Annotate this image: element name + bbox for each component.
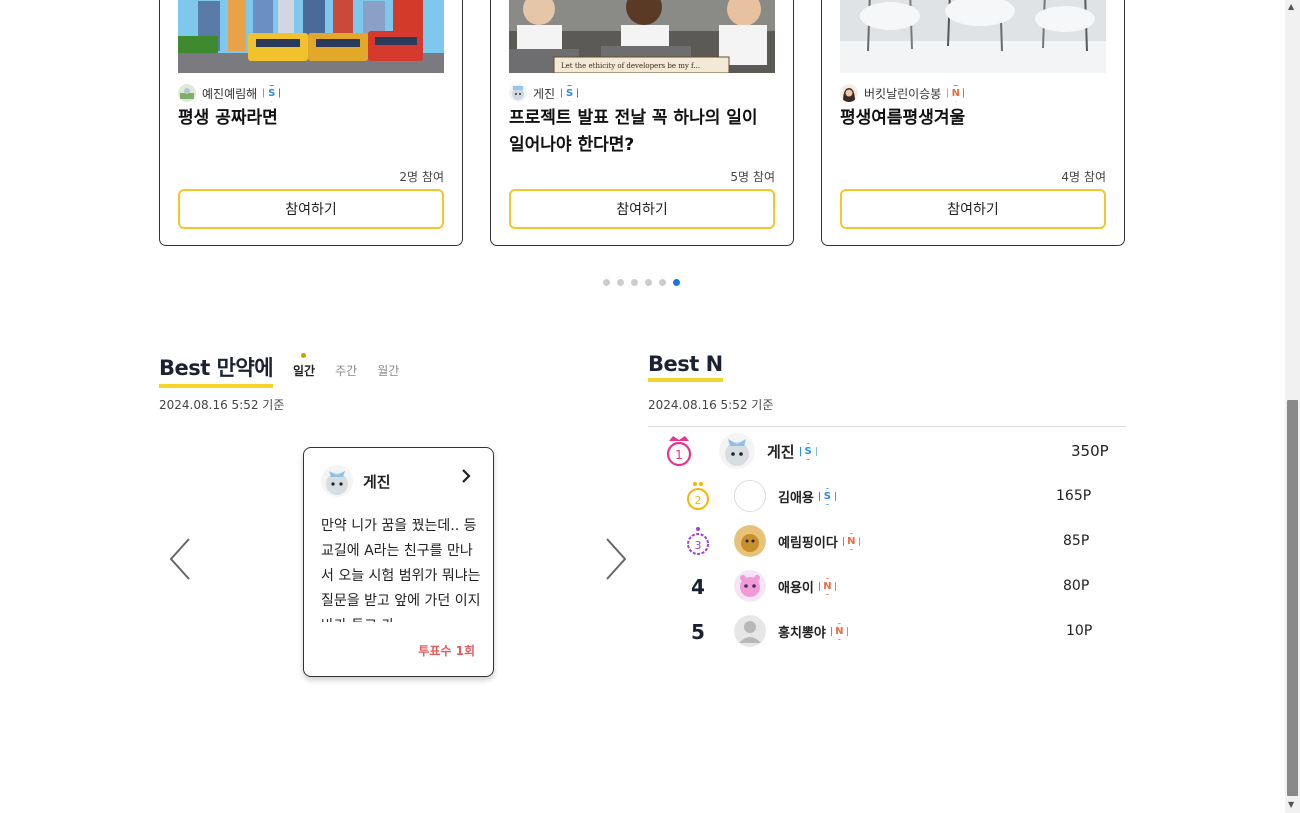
pagination-dot[interactable] — [617, 279, 624, 286]
rank-5-number: 5 — [691, 620, 705, 644]
author-avatar — [840, 84, 858, 102]
card-title: 프로젝트 발표 전날 꼭 하나의 일이 일어나야 한다면? — [509, 108, 758, 155]
rank-user-name[interactable]: 김애용 S — [778, 487, 836, 506]
rank-points: 10P — [1066, 623, 1093, 639]
svg-text:Let the ethicity of developers: Let the ethicity of developers be my f..… — [561, 62, 700, 70]
card-title: 평생 공짜라면 — [178, 108, 278, 128]
best-n-title: Best N — [648, 352, 723, 382]
pagination-dot[interactable] — [645, 279, 652, 286]
svg-text:3: 3 — [695, 539, 702, 552]
discussion-card: 버킷날린이승봉 N 평생여름평생겨울 4명 참여 참여하기 — [821, 0, 1125, 246]
rank-points: 350P — [1071, 442, 1109, 460]
card-title: 평생여름평생겨울 — [840, 108, 966, 128]
best-post-author-name: 게진 — [363, 472, 391, 491]
participant-count: 2명 참여 — [399, 170, 444, 184]
author-avatar — [178, 84, 196, 102]
rank-user-name[interactable]: 게진 S — [767, 441, 817, 462]
user-avatar[interactable] — [734, 480, 766, 512]
user-avatar[interactable] — [734, 525, 766, 557]
pagination-dot[interactable] — [659, 279, 666, 286]
card-thumbnail[interactable] — [840, 0, 1106, 73]
tab-daily[interactable]: 일간 — [293, 353, 315, 379]
chevron-right-icon[interactable] — [461, 468, 471, 489]
rank-user-name[interactable]: 애용이 N — [778, 577, 836, 596]
best-manyak-title: Best 만약에 — [159, 352, 274, 388]
rank-2-medal-icon: 2 — [683, 480, 713, 514]
rank-4-number: 4 — [691, 575, 705, 599]
s-badge-icon: S — [263, 84, 281, 102]
rank-1-crown-icon: 1 — [664, 433, 694, 467]
card-author-meta: 게진 S — [509, 84, 579, 102]
user-avatar[interactable] — [719, 433, 755, 469]
join-button[interactable]: 참여하기 — [509, 189, 775, 229]
period-tabs: 일간 주간 월간 — [293, 353, 399, 379]
tab-monthly[interactable]: 월간 — [377, 362, 399, 379]
pagination-dot[interactable] — [631, 279, 638, 286]
best-post-card[interactable]: 게진 만약 니가 꿈을 꿨는데.. 등교길에 A라는 친구를 만나서 오늘 시험… — [303, 447, 494, 677]
scrollbar-thumb[interactable] — [1287, 400, 1298, 796]
n-badge-icon: N — [842, 533, 860, 550]
rank-user-name[interactable]: 홍치뽕야 N — [778, 622, 848, 641]
card-thumbnail[interactable]: Let the ethicity of developers be my f..… — [509, 0, 775, 73]
scroll-down-icon[interactable]: ▼ — [1288, 800, 1294, 809]
author-name: 예진예림해 — [202, 86, 258, 101]
rank-points: 85P — [1063, 533, 1090, 549]
best-post-author: 게진 — [321, 465, 391, 497]
page-scrollbar[interactable]: ▲ ▼ — [1285, 0, 1300, 813]
card-thumbnail[interactable] — [178, 0, 444, 73]
join-button[interactable]: 참여하기 — [178, 189, 444, 229]
user-avatar[interactable] — [734, 615, 766, 647]
author-name: 버킷날린이승봉 — [864, 86, 942, 101]
rank-points: 80P — [1063, 578, 1090, 594]
discussion-card: 예진예림해 S 평생 공짜라면 2명 참여 참여하기 — [159, 0, 463, 246]
participant-count: 5명 참여 — [730, 170, 775, 184]
prev-arrow-icon[interactable] — [168, 537, 192, 591]
vote-count: 투표수 1회 — [418, 644, 475, 658]
svg-text:1: 1 — [675, 448, 683, 462]
rank-user-name[interactable]: 예림핑이다 N — [778, 532, 860, 551]
best-post-text: 만약 니가 꿈을 꿨는데.. 등교길에 A라는 친구를 만나서 오늘 시험 범위… — [321, 518, 481, 622]
best-manyak-date: 2024.08.16 5:52 기준 — [159, 398, 285, 412]
svg-text:2: 2 — [695, 494, 702, 507]
n-badge-icon: N — [947, 84, 965, 102]
join-button[interactable]: 참여하기 — [840, 189, 1106, 229]
card-author-meta: 예진예림해 S — [178, 84, 281, 102]
scroll-up-icon[interactable]: ▲ — [1288, 2, 1294, 11]
pagination-dot-active[interactable] — [673, 279, 680, 286]
s-badge-icon: S — [818, 488, 836, 505]
pagination-dot[interactable] — [603, 279, 610, 286]
user-avatar[interactable] — [734, 570, 766, 602]
n-badge-icon: N — [830, 623, 848, 640]
discussion-card: Let the ethicity of developers be my f..… — [490, 0, 794, 246]
rank-3-medal-icon: 3 — [683, 525, 713, 559]
participant-count: 4명 참여 — [1061, 170, 1106, 184]
author-name: 게진 — [533, 86, 556, 101]
n-badge-icon: N — [818, 578, 836, 595]
next-arrow-icon[interactable] — [604, 537, 628, 591]
author-avatar — [321, 465, 353, 497]
s-badge-icon: S — [799, 443, 817, 460]
author-avatar — [509, 84, 527, 102]
carousel-pagination — [603, 279, 680, 286]
card-author-meta: 버킷날린이승봉 N — [840, 84, 965, 102]
divider — [648, 426, 1126, 427]
s-badge-icon: S — [561, 84, 579, 102]
rank-points: 165P — [1056, 488, 1092, 504]
best-n-date: 2024.08.16 5:52 기준 — [648, 398, 774, 412]
tab-weekly[interactable]: 주간 — [335, 362, 357, 379]
